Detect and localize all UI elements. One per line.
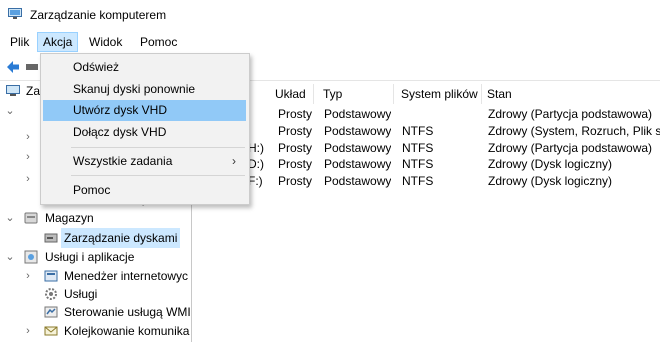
menu-bar: Plik Akcja Widok Pomoc: [0, 30, 660, 54]
cell-layout: Prosty: [278, 107, 313, 121]
tree-item-disk-management[interactable]: Zarządzanie dyskami: [0, 228, 191, 248]
chevron-down-icon[interactable]: ⌄: [4, 247, 16, 267]
chevron-down-icon[interactable]: ⌄: [4, 101, 16, 121]
tree-item-storage[interactable]: ⌄ Magazyn: [0, 208, 191, 228]
title-bar: Zarządzanie komputerem: [0, 0, 660, 30]
menu-item-create-vhd[interactable]: Utwórz dysk VHD: [43, 100, 246, 121]
gear-icon: [45, 288, 57, 300]
menu-widok[interactable]: Widok: [84, 33, 127, 51]
computer-management-icon: [6, 85, 20, 96]
column-header-filesystem[interactable]: System plików: [396, 84, 482, 104]
chevron-right-icon[interactable]: ›: [22, 266, 34, 286]
tree-item-label: Usługi i aplikacje: [45, 250, 135, 264]
cell-status: Zdrowy (Dysk logiczny): [488, 157, 613, 171]
window-title: Zarządzanie komputerem: [30, 8, 167, 22]
tree-item-message-queuing[interactable]: › Kolejkowanie komunika: [0, 321, 191, 341]
volume-table: Układ Typ System plików Stan Prosty Pods…: [192, 81, 660, 342]
computer-management-icon: [8, 8, 22, 19]
tree-item-label: Usługi: [64, 287, 98, 301]
cell-status: Zdrowy (Partycja podstawowa): [488, 107, 653, 121]
cell-type: Podstawowy: [324, 107, 392, 121]
chevron-right-icon[interactable]: ›: [22, 169, 34, 189]
column-header-layout[interactable]: Układ: [270, 84, 314, 104]
tree-item-label: Sterowanie usługą WMI: [64, 305, 191, 319]
cell-type: Podstawowy: [324, 124, 392, 138]
menu-item-attach-vhd[interactable]: Dołącz dysk VHD: [43, 122, 246, 143]
chevron-down-icon[interactable]: ⌄: [4, 208, 16, 228]
tree-item-wmi-control[interactable]: Sterowanie usługą WMI: [0, 302, 191, 322]
iis-manager-icon: [44, 270, 58, 282]
tree-item-label: Menedżer internetowyc: [64, 269, 189, 283]
cell-type: Podstawowy: [324, 174, 392, 188]
tree-root-label: Za: [26, 84, 41, 98]
message-queue-icon: [44, 326, 58, 336]
menu-item-label: Wszystkie zadania: [73, 154, 173, 168]
action-menu-dropdown: Odśwież Skanuj dyski ponownie Utwórz dys…: [40, 53, 250, 205]
chevron-right-icon[interactable]: ›: [22, 147, 34, 167]
menu-item-all-tasks[interactable]: Wszystkie zadania ›: [43, 151, 246, 172]
services-apps-icon: [24, 250, 38, 264]
cell-type: Podstawowy: [324, 157, 392, 171]
tree-item-services[interactable]: Usługi: [0, 284, 191, 304]
cell-filesystem: NTFS: [402, 124, 434, 138]
tree-item-label: Kolejkowanie komunika: [64, 324, 190, 338]
menu-item-help[interactable]: Pomoc: [43, 180, 246, 201]
menu-separator: [71, 175, 245, 176]
menu-item-rescan-disks[interactable]: Skanuj dyski ponownie: [43, 79, 246, 100]
tree-item-iis-manager[interactable]: › Menedżer internetowyc: [0, 266, 191, 286]
cell-status: Zdrowy (System, Rozruch, Plik st: [488, 124, 660, 138]
cell-layout: Prosty: [278, 174, 313, 188]
disk-icon: [44, 233, 58, 243]
wmi-control-icon: [44, 306, 58, 318]
tree-item-label: Magazyn: [45, 211, 94, 225]
tree-item-label: Zarządzanie dyskami: [61, 228, 181, 248]
submenu-arrow-icon: ›: [232, 154, 236, 168]
chevron-right-icon[interactable]: ›: [22, 321, 34, 341]
column-header-status[interactable]: Stan: [482, 84, 660, 104]
cell-filesystem: NTFS: [402, 157, 434, 171]
menu-akcja[interactable]: Akcja: [37, 32, 79, 52]
back-arrow-icon[interactable]: [6, 60, 20, 74]
column-header-type[interactable]: Typ: [318, 84, 394, 104]
menu-separator: [71, 147, 245, 148]
menu-pomoc[interactable]: Pomoc: [135, 33, 182, 51]
chevron-right-icon[interactable]: ›: [22, 127, 34, 147]
tree-item-services-apps[interactable]: ⌄ Usługi i aplikacje: [0, 247, 191, 267]
menu-plik[interactable]: Plik: [5, 33, 34, 51]
cell-filesystem: NTFS: [402, 174, 434, 188]
storage-icon: [24, 212, 38, 224]
cell-status: Zdrowy (Dysk logiczny): [488, 174, 613, 188]
cell-layout: Prosty: [278, 157, 313, 171]
cell-layout: Prosty: [278, 124, 313, 138]
forward-arrow-icon[interactable]: [26, 60, 38, 74]
menu-item-refresh[interactable]: Odśwież: [43, 57, 246, 78]
